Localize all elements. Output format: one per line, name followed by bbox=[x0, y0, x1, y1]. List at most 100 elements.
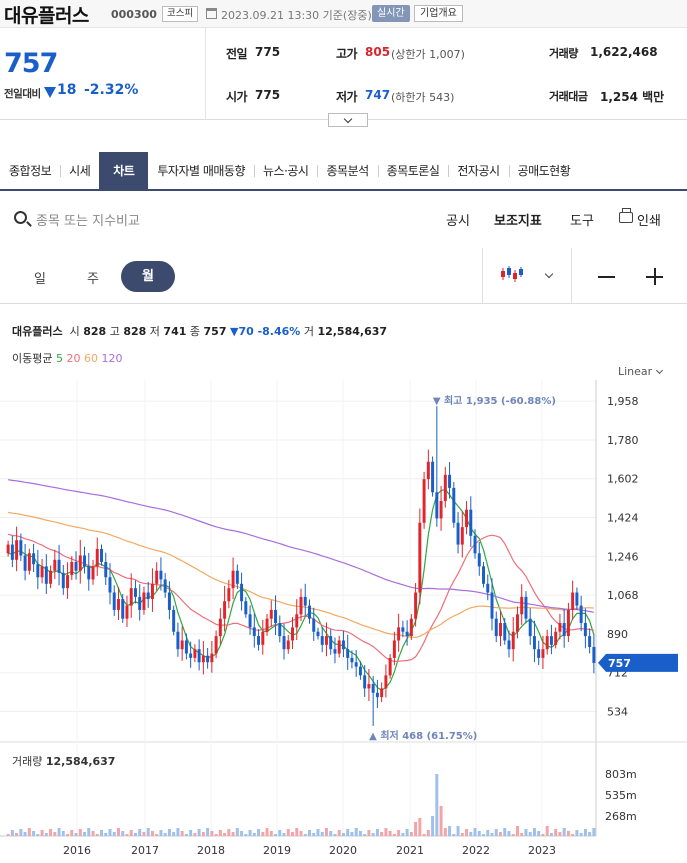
realtime-button[interactable]: 실시간 bbox=[372, 5, 410, 22]
ma20-legend[interactable]: 20 bbox=[66, 352, 80, 365]
disclosure-button[interactable]: 공시 bbox=[446, 210, 470, 229]
volume-bar bbox=[244, 834, 248, 836]
tab-3[interactable]: 투자자별 매매동향 bbox=[148, 152, 254, 190]
compare-search-input[interactable]: 종목 또는 지수비교 bbox=[36, 210, 140, 229]
candle-body bbox=[520, 596, 524, 615]
volume-bar bbox=[44, 833, 48, 836]
indicator-button[interactable]: 보조지표 bbox=[494, 210, 542, 229]
tab-5[interactable]: 종목분석 bbox=[317, 152, 377, 190]
period-week[interactable]: 주 bbox=[87, 268, 99, 287]
price-chart[interactable]: 5347128901,0681,2461,4241,6021,7801,9582… bbox=[0, 380, 687, 863]
candlestick-chart-icon[interactable] bbox=[500, 264, 524, 284]
volume-bar bbox=[443, 828, 447, 836]
ma120-legend[interactable]: 120 bbox=[101, 352, 122, 365]
candle-body bbox=[490, 592, 494, 619]
candle-body bbox=[511, 631, 515, 650]
volume-bar bbox=[257, 829, 261, 836]
stock-header: 대유플러스 000300 코스피 2023.09.21 13:30 기준(장중)… bbox=[0, 0, 687, 28]
tab-0[interactable]: 종합정보 bbox=[0, 152, 60, 190]
volume-bar bbox=[278, 830, 282, 836]
tab-2[interactable]: 차트 bbox=[99, 152, 149, 190]
volume-bar bbox=[503, 828, 507, 836]
zoom-in-button[interactable] bbox=[646, 268, 663, 285]
x-tick-label: 2019 bbox=[263, 844, 291, 857]
max-annotation: ▼ 최고 1,935 (-60.88%) bbox=[433, 394, 556, 407]
volume-bar bbox=[167, 829, 171, 836]
volume-bar bbox=[299, 831, 303, 836]
volume-bar bbox=[176, 828, 180, 836]
candle-body bbox=[324, 636, 328, 645]
tab-7[interactable]: 전자공시 bbox=[448, 152, 508, 190]
x-tick-label: 2018 bbox=[197, 844, 225, 857]
candle-body bbox=[129, 588, 133, 606]
y-tick-label: 1,068 bbox=[607, 589, 639, 602]
volume-chart-label: 거래량 12,584,637 bbox=[12, 753, 115, 769]
volume-bar bbox=[320, 832, 324, 836]
chart-type-dropdown-icon[interactable] bbox=[544, 269, 554, 279]
tools-button[interactable]: 도구 bbox=[570, 210, 594, 229]
main-tabs: 종합정보 시세 차트 투자자별 매매동향 뉴스·공시 종목분석 종목토론실 전자공시 공매도현황 bbox=[0, 152, 687, 191]
candle-body bbox=[36, 564, 40, 578]
scale-mode-dropdown[interactable]: Linear bbox=[618, 365, 652, 378]
candle-body bbox=[155, 570, 159, 584]
volume-value: 1,622,468 bbox=[590, 45, 658, 59]
x-tick-label: 2017 bbox=[131, 844, 159, 857]
volume-bar bbox=[477, 831, 481, 836]
period-month[interactable]: 월 bbox=[121, 261, 175, 292]
volume-bar bbox=[388, 831, 392, 836]
volume-bar bbox=[10, 830, 14, 836]
price-summary: 757 전일대비 18 -2.32% 전일 775 시가 775 고가 805 … bbox=[0, 28, 687, 120]
tab-4[interactable]: 뉴스·공시 bbox=[254, 152, 317, 190]
candle-body bbox=[320, 636, 324, 645]
volume-tick-label: 268m bbox=[605, 810, 637, 823]
candle-body bbox=[57, 559, 61, 573]
volume-bar bbox=[528, 832, 532, 836]
x-tick-label: 2020 bbox=[329, 844, 357, 857]
search-icon[interactable] bbox=[14, 211, 27, 224]
tab-1[interactable]: 시세 bbox=[60, 152, 99, 190]
ma5-legend[interactable]: 5 bbox=[56, 352, 63, 365]
volume-bar bbox=[265, 828, 269, 836]
chevron-down-icon[interactable] bbox=[655, 366, 664, 375]
change-rate: -2.32% bbox=[84, 82, 139, 98]
tab-6[interactable]: 종목토론실 bbox=[377, 152, 449, 190]
high-label: 고가 bbox=[336, 47, 358, 61]
candle-body bbox=[274, 609, 278, 624]
y-tick-label: 1,602 bbox=[607, 473, 639, 486]
period-day[interactable]: 일 bbox=[34, 268, 46, 287]
candle-body bbox=[333, 649, 337, 654]
candle-body bbox=[422, 479, 426, 523]
down-arrow-icon bbox=[44, 87, 56, 98]
expand-toggle-button[interactable] bbox=[328, 113, 368, 127]
volume-bar bbox=[375, 829, 379, 836]
candle-body bbox=[316, 631, 320, 637]
candle-body bbox=[252, 627, 256, 637]
company-overview-button[interactable]: 기업개요 bbox=[414, 5, 463, 22]
volume-bar bbox=[465, 829, 469, 836]
volume-bar bbox=[201, 832, 205, 836]
print-button[interactable]: 인쇄 bbox=[637, 210, 661, 229]
candle-body bbox=[32, 553, 36, 565]
volume-bar bbox=[579, 833, 583, 836]
volume-bar bbox=[240, 831, 244, 836]
candle-body bbox=[70, 562, 74, 576]
candle-body bbox=[163, 579, 167, 593]
print-icon[interactable] bbox=[619, 208, 633, 223]
volume-bar bbox=[558, 832, 562, 836]
candle-body bbox=[503, 623, 507, 641]
ohlc-close: 757 bbox=[203, 325, 227, 338]
volume-bar bbox=[350, 832, 354, 836]
ma60-legend[interactable]: 60 bbox=[84, 352, 98, 365]
zoom-out-button[interactable] bbox=[598, 276, 615, 278]
volume-bar bbox=[100, 830, 103, 836]
volume-bar bbox=[549, 833, 553, 836]
volume-bar bbox=[83, 832, 87, 836]
timestamp: 2023.09.21 13:30 기준(장중) bbox=[221, 9, 372, 22]
candle-body bbox=[439, 500, 443, 519]
candle-body bbox=[150, 583, 154, 600]
volume-bar bbox=[566, 831, 570, 836]
volume-bar bbox=[384, 828, 388, 836]
candle-body bbox=[291, 627, 294, 641]
volume-bar bbox=[426, 830, 430, 836]
tab-8[interactable]: 공매도현황 bbox=[508, 152, 580, 190]
